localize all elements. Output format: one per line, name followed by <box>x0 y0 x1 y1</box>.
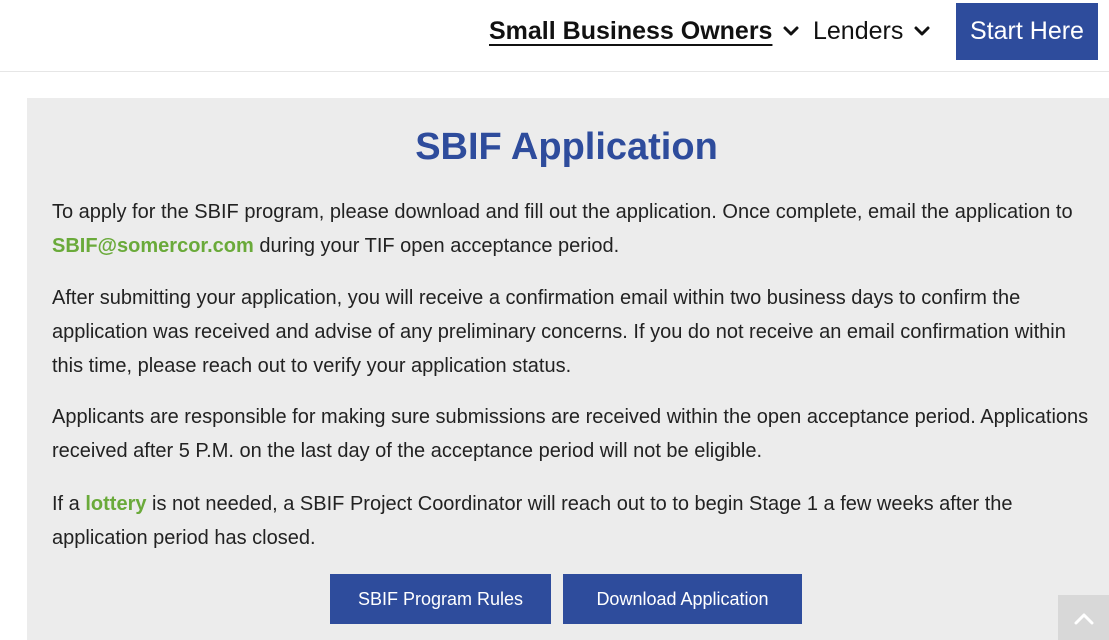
sbif-program-rules-button[interactable]: SBIF Program Rules <box>330 574 551 624</box>
nav-lenders-label: Lenders <box>813 16 904 45</box>
paragraph-lottery-text-end: is not needed, a SBIF Project Coordinato… <box>52 493 1013 549</box>
paragraph-apply: To apply for the SBIF program, please do… <box>52 195 1092 263</box>
download-application-button[interactable]: Download Application <box>563 574 802 624</box>
page-title: SBIF Application <box>415 126 718 168</box>
chevron-down-icon <box>782 22 800 40</box>
lottery-link[interactable]: lottery <box>85 493 146 515</box>
chevron-down-icon <box>913 22 931 40</box>
nav-small-business-owners-label: Small Business Owners <box>489 16 773 45</box>
paragraph-apply-text-end: during your TIF open acceptance period. <box>253 235 620 257</box>
scroll-to-top-button[interactable] <box>1058 595 1109 640</box>
paragraph-confirmation: After submitting your application, you w… <box>52 287 1066 377</box>
paragraph-lottery-text-start: If a <box>52 493 86 515</box>
paragraph-lottery: If a lottery is not needed, a SBIF Proje… <box>52 487 1092 555</box>
email-link[interactable]: SBIF@somercor.com <box>52 235 254 257</box>
chevron-up-icon <box>1074 613 1093 624</box>
top-navigation: Small Business Owners Lenders Start Here <box>0 0 1109 72</box>
paragraph-responsibility: Applicants are responsible for making su… <box>52 406 1089 462</box>
nav-small-business-owners[interactable]: Small Business Owners <box>489 14 800 48</box>
nav-lenders[interactable]: Lenders <box>813 14 931 48</box>
start-here-button[interactable]: Start Here <box>956 3 1098 60</box>
paragraph-apply-text-start: To apply for the SBIF program, please do… <box>52 201 1073 223</box>
